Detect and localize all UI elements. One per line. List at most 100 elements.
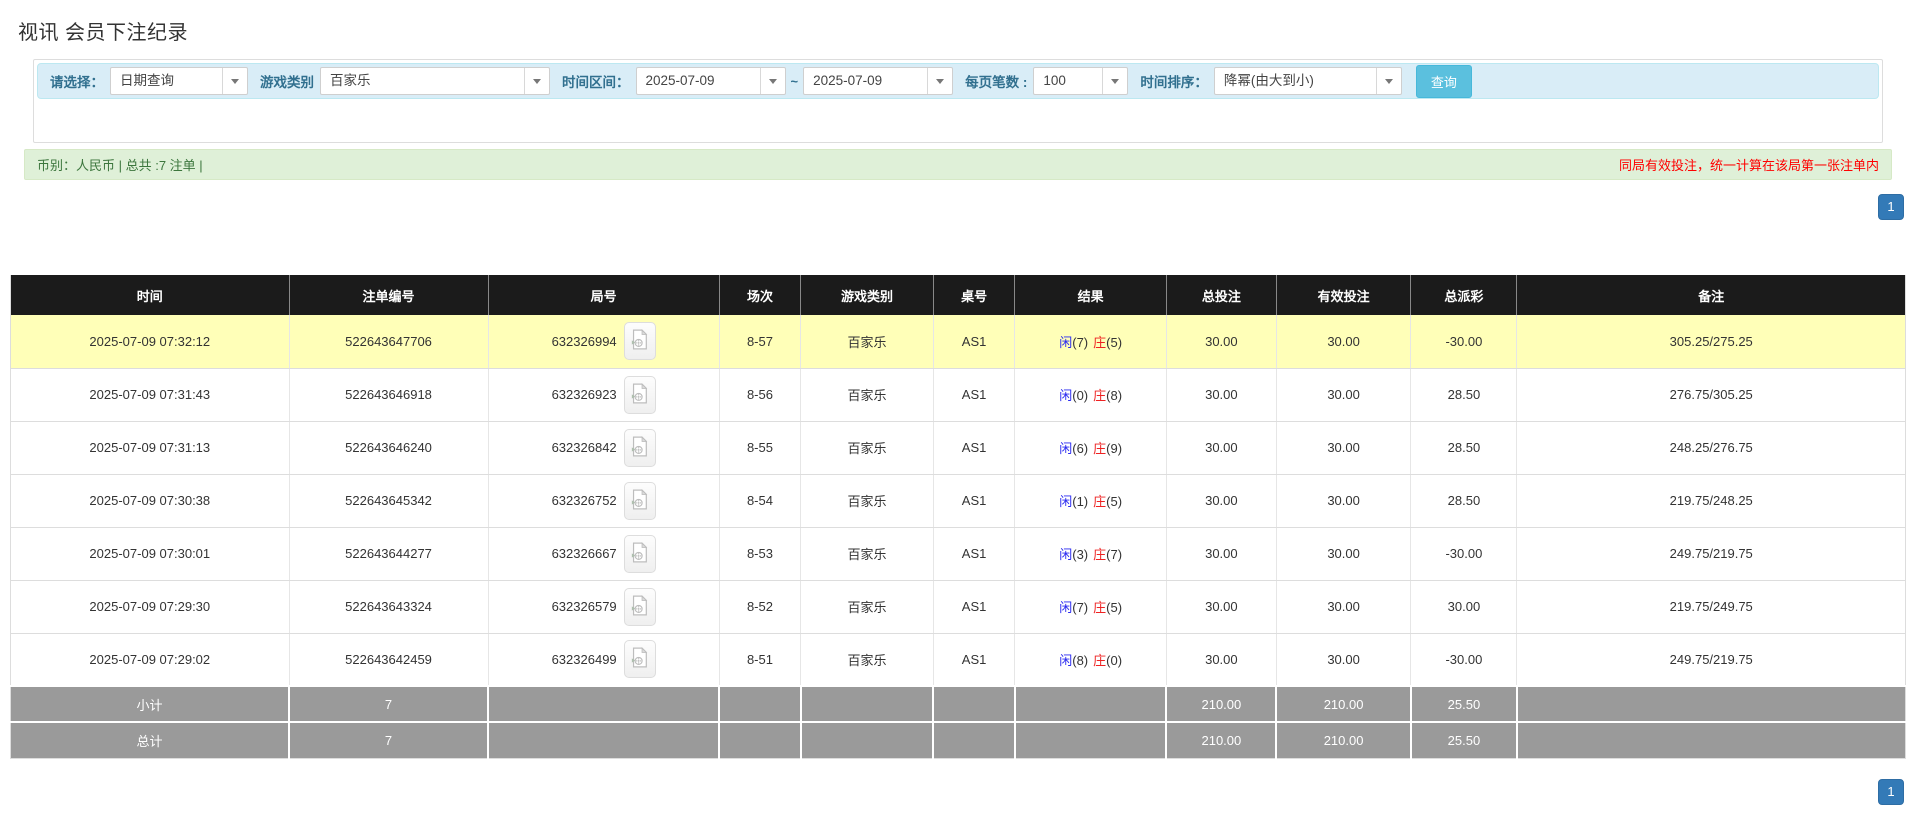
- cell-result: 闲(6) 庄(9): [1014, 421, 1167, 475]
- video-replay-button[interactable]: [623, 481, 656, 520]
- cell-table-no: AS1: [933, 421, 1016, 475]
- cell-total-bet[interactable]: 30.00: [1166, 474, 1277, 528]
- table-header: 时间 注单编号 局号 场次 游戏类别 桌号 结果 总投注 有效投注 总派彩 备注: [10, 275, 1906, 315]
- cell-bet-id: 522643643324: [289, 580, 489, 634]
- column-header-valid-bet: 有效投注: [1276, 275, 1412, 315]
- player-result-label: 闲: [1059, 334, 1073, 350]
- column-header-round-id: 局号: [488, 275, 720, 315]
- page-1-button[interactable]: 1: [1878, 194, 1904, 220]
- video-replay-button[interactable]: [623, 322, 656, 361]
- cell-total-bet[interactable]: 30.00: [1166, 527, 1277, 581]
- game-type-select[interactable]: 百家乐: [320, 67, 550, 95]
- cell-remark: 219.75/248.25: [1516, 474, 1906, 528]
- cell-game-type: 百家乐: [800, 421, 934, 475]
- query-type-select[interactable]: 日期查询: [110, 67, 248, 95]
- cell-session: 8-57: [719, 315, 802, 369]
- banker-result-score: (5): [1106, 334, 1123, 350]
- cell-table-no: AS1: [933, 315, 1016, 369]
- date-from-value: 2025-07-09: [645, 73, 715, 88]
- cell-valid-bet: 30.00: [1276, 474, 1412, 528]
- cell-valid-bet: 30.00: [1276, 580, 1412, 634]
- table-row: 2025-07-09 07:32:12 522643647706 6323269…: [10, 315, 1906, 369]
- chevron-down-icon[interactable]: [927, 68, 952, 94]
- query-type-value: 日期查询: [120, 73, 174, 88]
- video-replay-icon: [631, 382, 648, 407]
- video-replay-button[interactable]: [623, 640, 656, 679]
- filter-panel: 请选择： 日期查询 游戏类别 百家乐 时间区间： 2025-07-09 ~ 20…: [33, 59, 1883, 143]
- round-id-text: 632326994: [551, 333, 617, 349]
- cell-round-id: 632326994: [488, 315, 720, 369]
- cell-time: 2025-07-09 07:31:13: [10, 421, 290, 475]
- banker-result-label: 庄: [1093, 547, 1107, 562]
- banker-result-score: (8): [1106, 388, 1123, 403]
- cell-valid-bet: 30.00: [1276, 527, 1412, 581]
- cell-session: 8-56: [719, 368, 802, 422]
- time-sort-select[interactable]: 降幂(由大到小): [1213, 67, 1402, 95]
- grand-total-count: 7: [289, 721, 490, 758]
- column-header-result: 结果: [1014, 275, 1167, 315]
- cell-payout: 28.50: [1410, 368, 1518, 422]
- cell-total-bet[interactable]: 30.00: [1166, 421, 1277, 475]
- cell-remark: 219.75/249.75: [1516, 580, 1906, 634]
- player-result-score: (7): [1072, 600, 1089, 615]
- round-id-text: 632326499: [551, 651, 617, 667]
- cell-game-type: 百家乐: [800, 580, 934, 634]
- page-size-select[interactable]: 100: [1033, 67, 1129, 95]
- cell-payout: -30.00: [1410, 527, 1518, 581]
- date-from-select[interactable]: 2025-07-09: [635, 67, 786, 95]
- player-result-score: (8): [1072, 652, 1089, 668]
- page-1-button[interactable]: 1: [1878, 778, 1904, 805]
- video-replay-button[interactable]: [623, 428, 656, 467]
- page-size-value: 100: [1043, 73, 1066, 88]
- cell-table-no: AS1: [933, 474, 1016, 528]
- cell-round-id: 632326579: [488, 580, 720, 634]
- cell-result: 闲(3) 庄(7): [1014, 527, 1167, 581]
- video-replay-button[interactable]: [623, 587, 656, 626]
- cell-bet-id: 522643647706: [289, 315, 489, 369]
- chevron-down-icon[interactable]: [524, 68, 549, 94]
- cell-payout: 28.50: [1410, 421, 1518, 475]
- query-type-label: 请选择：: [50, 75, 104, 90]
- cell-session: 8-51: [719, 633, 802, 687]
- subtotal-row: 小计 7 210.00 210.00 25.50: [10, 685, 1906, 722]
- table-row: 2025-07-09 07:31:13 522643646240 6323268…: [10, 421, 1906, 475]
- cell-total-bet[interactable]: 30.00: [1166, 368, 1277, 422]
- cell-result: 闲(7) 庄(5): [1014, 580, 1167, 634]
- table-row: 2025-07-09 07:29:02 522643642459 6323264…: [10, 633, 1906, 687]
- cell-total-bet[interactable]: 30.00: [1166, 633, 1277, 687]
- grand-total-total-bet: 210.00: [1166, 721, 1278, 758]
- video-replay-button[interactable]: [623, 534, 656, 573]
- player-result-label: 闲: [1059, 652, 1073, 668]
- chevron-down-icon[interactable]: [1375, 68, 1401, 94]
- video-replay-icon: [631, 329, 648, 353]
- page-title: 视讯 会员下注纪录: [18, 22, 189, 44]
- grand-total-payout: 25.50: [1410, 721, 1518, 758]
- chevron-down-icon[interactable]: [1102, 68, 1127, 94]
- cell-total-bet[interactable]: 30.00: [1166, 315, 1277, 369]
- chevron-down-icon[interactable]: [759, 68, 785, 94]
- range-tilde: ~: [790, 73, 799, 89]
- currency-summary-text: 币别：人民币 | 总共 :7 注单 |: [37, 158, 203, 173]
- page-size-label: 每页笔数 :: [965, 75, 1028, 90]
- cell-payout: -30.00: [1410, 633, 1518, 687]
- cell-time: 2025-07-09 07:29:02: [10, 633, 290, 687]
- round-id-text: 632326667: [551, 546, 617, 561]
- cell-time: 2025-07-09 07:31:43: [10, 368, 290, 422]
- column-header-game-type: 游戏类别: [800, 275, 934, 315]
- subtotal-valid-bet: 210.00: [1276, 685, 1412, 722]
- cell-result: 闲(7) 庄(5): [1014, 315, 1167, 369]
- player-result-label: 闲: [1059, 494, 1073, 509]
- cell-bet-id: 522643642459: [289, 633, 489, 687]
- banker-result-label: 庄: [1093, 652, 1107, 668]
- cell-total-bet[interactable]: 30.00: [1166, 580, 1277, 634]
- search-button[interactable]: 查询: [1415, 64, 1472, 98]
- video-replay-icon: [631, 647, 648, 671]
- column-header-total-bet: 总投注: [1166, 275, 1277, 315]
- cell-game-type: 百家乐: [800, 315, 934, 369]
- banker-result-label: 庄: [1093, 600, 1107, 615]
- video-replay-icon: [631, 435, 648, 460]
- chevron-down-icon[interactable]: [222, 68, 247, 94]
- cell-table-no: AS1: [933, 368, 1016, 422]
- video-replay-button[interactable]: [623, 375, 656, 414]
- date-to-select[interactable]: 2025-07-09: [803, 67, 954, 95]
